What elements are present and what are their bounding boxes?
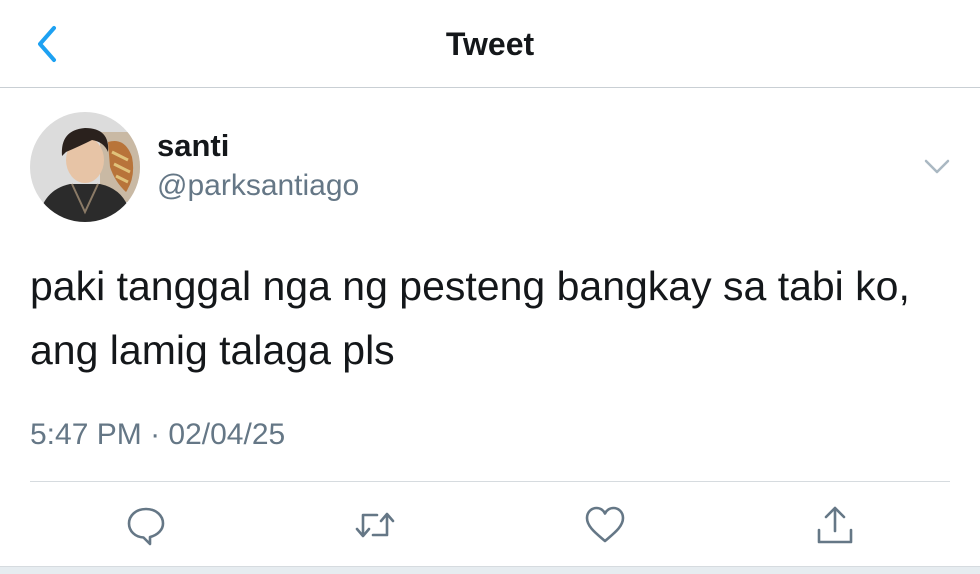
more-options-button[interactable]: [922, 154, 952, 178]
bottom-divider: [0, 566, 980, 574]
share-icon: [817, 506, 853, 544]
chevron-down-icon: [924, 159, 950, 174]
retweet-button[interactable]: [353, 503, 397, 547]
timestamp-separator: ·: [141, 418, 169, 451]
heart-icon: [585, 506, 625, 543]
tweet-text: paki tanggal nga ng pesteng bangkay sa t…: [30, 263, 910, 373]
share-button[interactable]: [813, 503, 857, 547]
like-button[interactable]: [583, 503, 627, 547]
tweet-date: 02/04/25: [168, 418, 286, 451]
page-title: Tweet: [445, 26, 535, 62]
retweet-icon: [355, 512, 395, 538]
avatar[interactable]: [30, 112, 140, 222]
display-name[interactable]: santi: [157, 128, 229, 164]
reply-icon: [127, 507, 165, 546]
tweet-time: 5:47 PM: [30, 418, 142, 451]
user-handle[interactable]: @parksantiago: [157, 169, 359, 203]
tweet-timestamp: 5:47 PM · 02/04/25: [30, 418, 285, 452]
top-bar: Tweet: [0, 0, 980, 88]
reply-button[interactable]: [124, 503, 168, 547]
avatar-image: [30, 112, 140, 222]
divider: [30, 481, 950, 482]
